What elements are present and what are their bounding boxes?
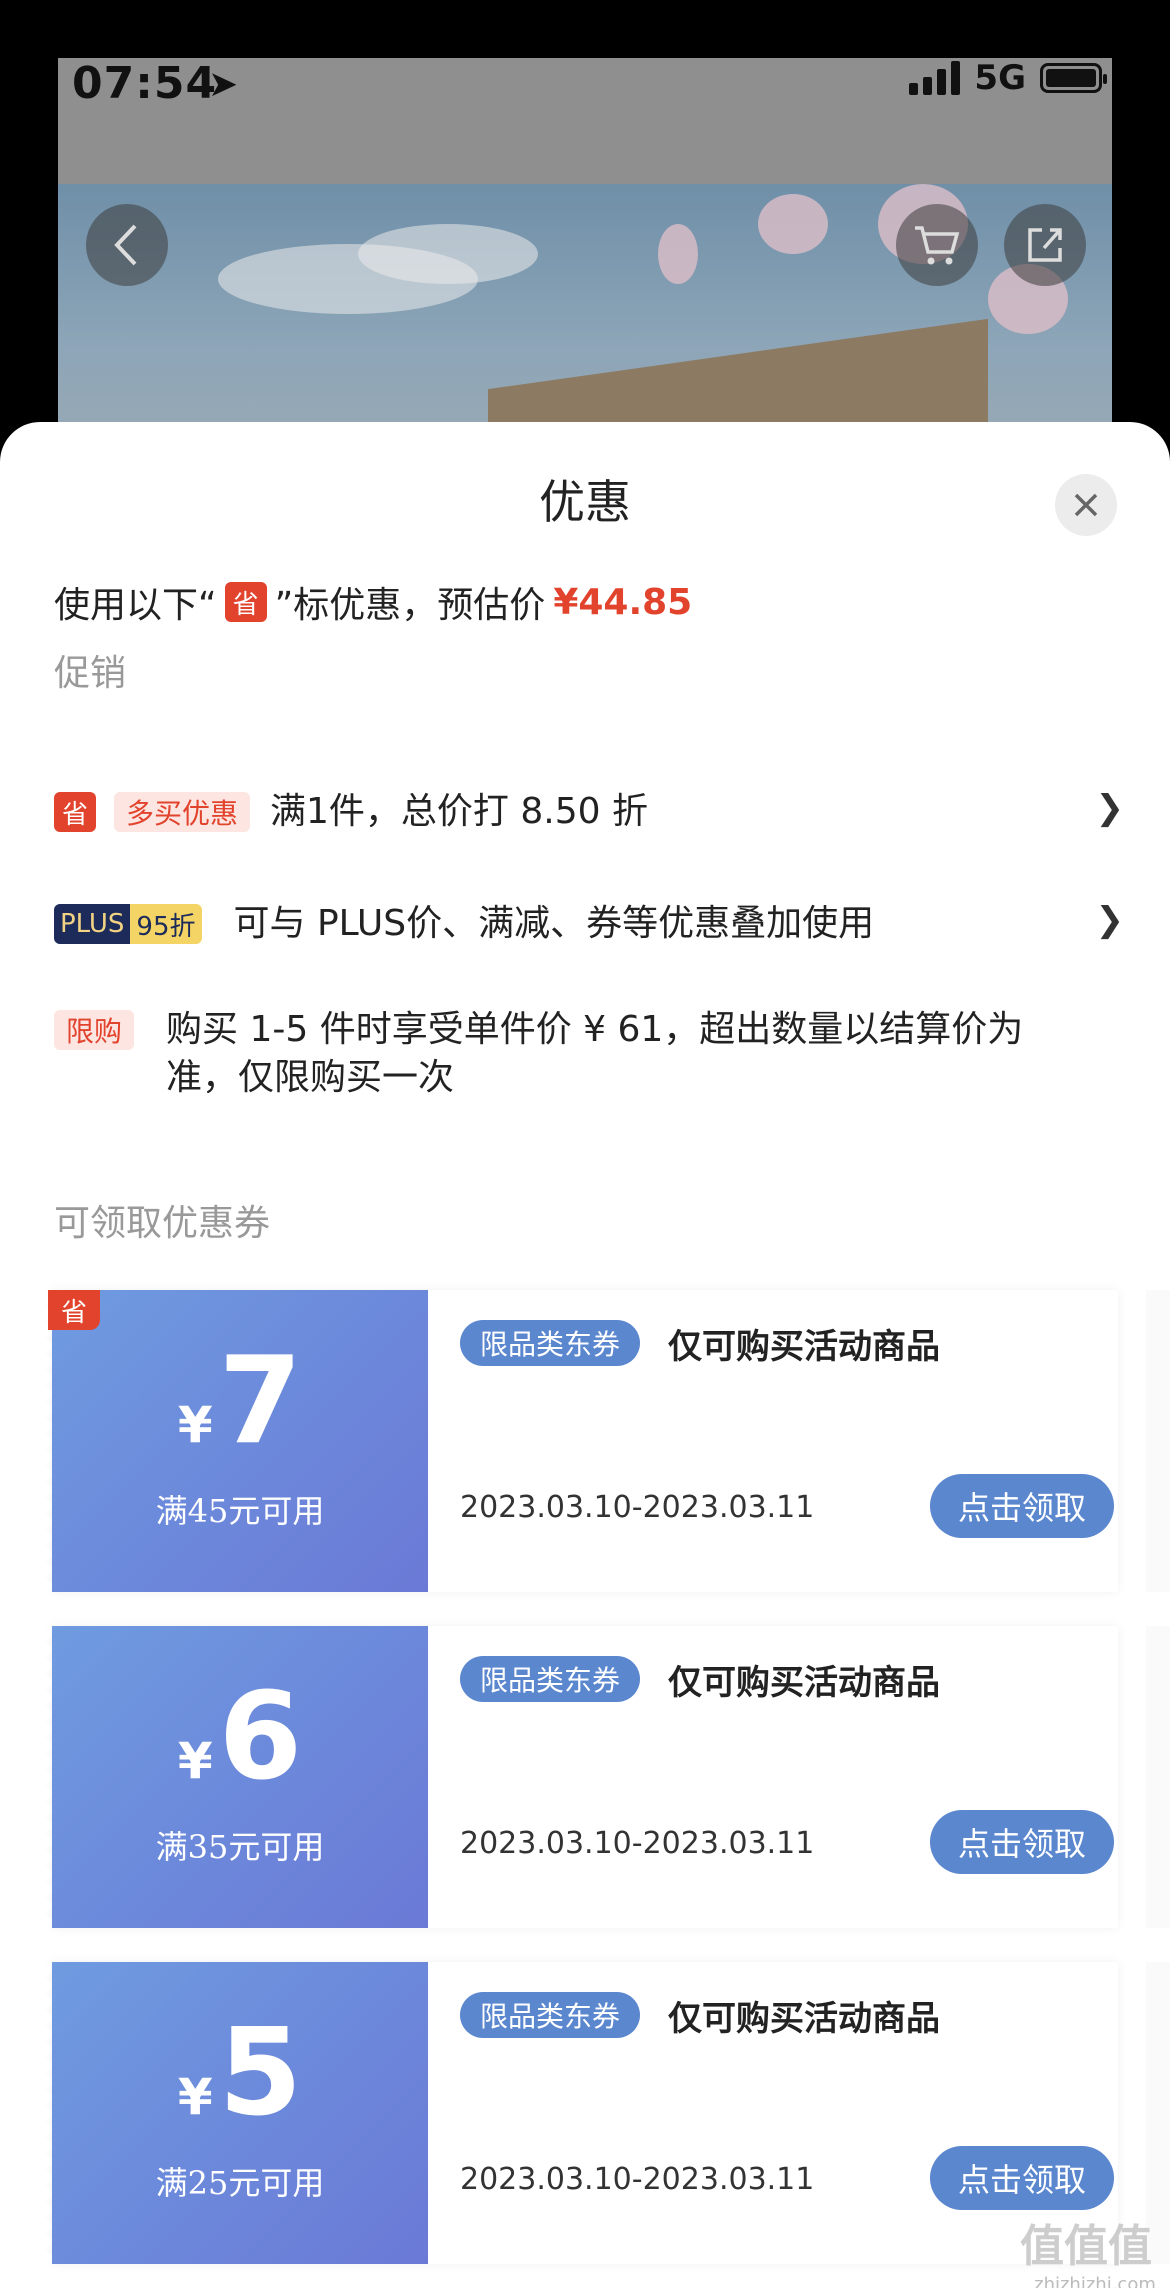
price-summary: 使用以下“ 省 ”标优惠，预估价 ¥44.85 xyxy=(54,576,692,628)
back-button[interactable] xyxy=(86,204,168,286)
watermark-site: zhizhizhi.com xyxy=(1034,2274,1156,2288)
promo-text: 满1件，总价打 8.50 折 xyxy=(270,791,648,832)
plus-badge: PLUS 95折 xyxy=(54,904,202,944)
chevron-right-icon: ❯ xyxy=(1095,900,1125,940)
promo-row-bulk[interactable]: 省 多买优惠 满1件，总价打 8.50 折 ❯ xyxy=(54,788,1124,836)
save-badge: 省 xyxy=(54,792,96,832)
signal-icon xyxy=(909,61,961,95)
coupons-label: 可领取优惠券 xyxy=(54,1203,271,1244)
currency-symbol: ¥ xyxy=(177,1396,213,1454)
coupon-amount-panel: ¥5 满25元可用 xyxy=(46,1962,428,2264)
sheet-title: 优惠 xyxy=(539,475,631,529)
coupon-condition: 满25元可用 xyxy=(155,2164,325,2202)
currency-symbol: ¥ xyxy=(177,2068,213,2126)
coupon-amount-panel: ¥6 满35元可用 xyxy=(46,1626,428,1928)
coupon-card: ¥7 满45元可用 省 限品类东券 仅可购买活动商品 2023.03.10-20… xyxy=(46,1290,1118,1592)
status-time: 07:54 xyxy=(72,58,218,109)
status-indicators: 5G xyxy=(909,58,1107,98)
coupon-amount: ¥7 xyxy=(52,1342,428,1462)
chevron-right-icon: ❯ xyxy=(1095,788,1125,828)
coupon-tag: 限品类东券 xyxy=(460,1656,641,1702)
coupon-value: 5 xyxy=(218,2004,303,2143)
watermark-text: 值值值 xyxy=(1020,2221,1152,2272)
coupon-card: ¥6 满35元可用 限品类东券 仅可购买活动商品 2023.03.10-2023… xyxy=(46,1626,1118,1928)
promo-row-plus[interactable]: PLUS 95折 可与 PLUS价、满减、券等优惠叠加使用 ❯ xyxy=(54,900,1124,948)
promo-tag: 多买优惠 xyxy=(114,792,251,832)
coupon-value: 7 xyxy=(218,1332,303,1471)
coupon-value: 6 xyxy=(218,1668,303,1807)
location-arrow-icon: ➤ xyxy=(208,64,239,105)
coupon-card: ¥5 满25元可用 限品类东券 仅可购买活动商品 2023.03.10-2023… xyxy=(46,1962,1118,2264)
coupon-date: 2023.03.10-2023.03.11 xyxy=(460,1490,815,1525)
next-coupon-edge xyxy=(1146,1626,1170,1928)
coupon-date: 2023.03.10-2023.03.11 xyxy=(460,2162,815,2197)
coupon-description: 仅可购买活动商品 xyxy=(668,1326,940,1367)
share-icon xyxy=(1028,228,1062,262)
promo-row-limit: 限购 购买 1-5 件时享受单件价 ¥ 61，超出数量以结算价为准，仅限购买一次 xyxy=(54,1006,1124,1102)
coupon-amount: ¥6 xyxy=(52,1678,428,1798)
currency-symbol: ¥ xyxy=(177,1732,213,1790)
chevron-left-icon xyxy=(114,224,137,266)
coupon-tag: 限品类东券 xyxy=(460,1320,641,1366)
coupon-description: 仅可购买活动商品 xyxy=(668,1662,940,1703)
coupon-amount-panel: ¥7 满45元可用 xyxy=(46,1290,428,1592)
coupon-condition: 满45元可用 xyxy=(155,1492,325,1530)
battery-icon xyxy=(1040,63,1107,93)
save-badge: 省 xyxy=(48,1290,100,1330)
plus-badge-right: 95折 xyxy=(130,904,202,944)
summary-prefix: 使用以下“ xyxy=(54,585,217,626)
background-product-page: 07:54 ➤ 5G xyxy=(58,58,1112,458)
claim-button[interactable]: 点击领取 xyxy=(930,1810,1114,1874)
promo-tag: 限购 xyxy=(54,1010,135,1050)
coupon-description: 仅可购买活动商品 xyxy=(668,1998,940,2039)
discount-sheet: 优惠 使用以下“ 省 ”标优惠，预估价 ¥44.85 促销 省 多买优惠 满1件… xyxy=(0,422,1170,2288)
next-coupon-edge xyxy=(1146,1290,1170,1592)
coupon-tag: 限品类东券 xyxy=(460,1992,641,2038)
watermark-logo: 值值值 zhizhizhi.com xyxy=(1020,2210,1170,2288)
cart-button[interactable] xyxy=(896,204,978,286)
claim-button[interactable]: 点击领取 xyxy=(930,2146,1114,2210)
cart-icon xyxy=(915,226,960,265)
coupon-date: 2023.03.10-2023.03.11 xyxy=(460,1826,815,1861)
status-bar: 07:54 ➤ 5G xyxy=(58,58,1112,184)
coupon-condition: 满35元可用 xyxy=(155,1828,325,1866)
summary-suffix: ”标优惠，预估价 xyxy=(274,585,546,626)
save-badge: 省 xyxy=(224,582,267,622)
close-icon xyxy=(1074,493,1098,517)
claim-button[interactable]: 点击领取 xyxy=(930,1474,1114,1538)
network-type: 5G xyxy=(974,58,1026,98)
coupon-amount: ¥5 xyxy=(52,2014,428,2134)
estimated-price: ¥44.85 xyxy=(553,581,693,623)
close-button[interactable] xyxy=(1055,474,1117,536)
promotions-label: 促销 xyxy=(54,653,127,694)
promo-text: 可与 PLUS价、满减、券等优惠叠加使用 xyxy=(233,903,875,944)
share-button[interactable] xyxy=(1004,204,1086,286)
promo-text: 购买 1-5 件时享受单件价 ¥ 61，超出数量以结算价为准，仅限购买一次 xyxy=(166,1009,1024,1098)
plus-badge-left: PLUS xyxy=(54,904,131,944)
